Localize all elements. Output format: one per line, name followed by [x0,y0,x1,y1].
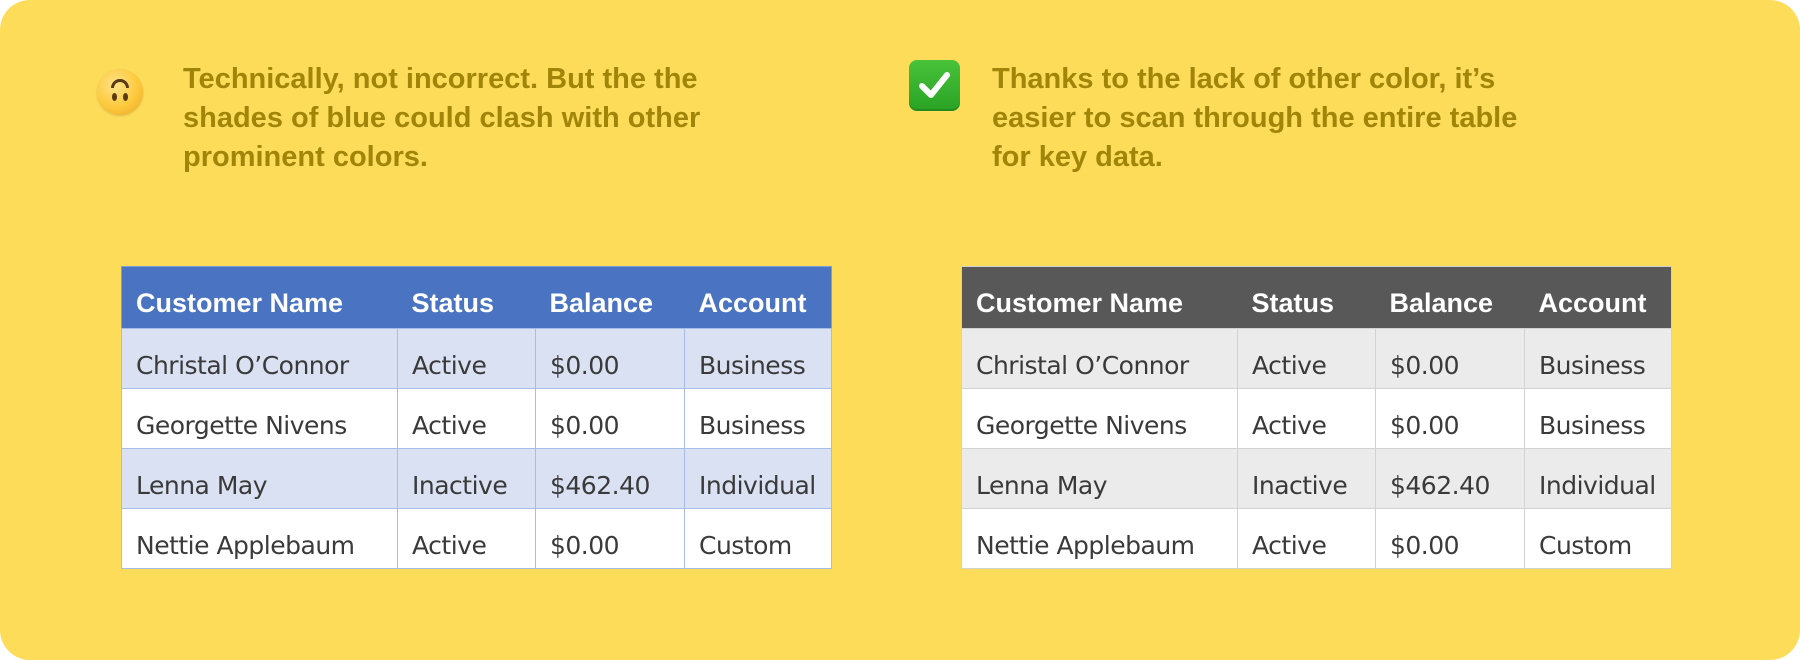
table-row: Georgette Nivens Active $0.00 Business [121,388,832,449]
cell-status: Active [1237,508,1376,569]
cell-account: Business [1524,388,1672,449]
cell-balance: $0.00 [535,508,685,569]
right-panel: Thanks to the lack of other color, it’s … [900,0,1800,660]
cell-customer-name: Lenna May [121,448,398,509]
upside-down-face-icon [97,69,143,115]
cell-status: Inactive [1237,448,1376,509]
cell-status: Active [397,328,536,389]
check-mark-icon [909,60,960,111]
cell-account: Individual [1524,448,1672,509]
cell-balance-overdue: $462.40 [535,448,685,509]
cell-balance: $0.00 [1375,388,1525,449]
blue-banded-table: Customer Name Status Balance Account Chr… [121,266,832,569]
header-status: Status [397,266,536,329]
cell-balance: $0.00 [535,328,685,389]
cell-status: Active [1237,328,1376,389]
left-caption: Technically, not incorrect. But the the … [183,63,701,173]
cell-account: Business [1524,328,1672,389]
cell-customer-name: Georgette Nivens [961,388,1238,449]
cell-status: Inactive [397,448,536,509]
table-header-row: Customer Name Status Balance Account [121,266,832,329]
table-row: Christal O’Connor Active $0.00 Business [961,328,1672,389]
cell-status: Active [1237,388,1376,449]
cell-account: Business [684,328,832,389]
table-row: Georgette Nivens Active $0.00 Business [961,388,1672,449]
right-caption: Thanks to the lack of other color, it’s … [992,63,1518,173]
cell-balance: $0.00 [1375,328,1525,389]
header-balance: Balance [535,266,685,329]
cell-account: Individual [684,448,832,509]
table-row: Christal O’Connor Active $0.00 Business [121,328,832,389]
cell-status: Active [397,508,536,569]
cell-status: Active [397,388,536,449]
cell-balance: $0.00 [1375,508,1525,569]
cell-customer-name: Christal O’Connor [121,328,398,389]
table-header-row: Customer Name Status Balance Account [961,266,1672,329]
gray-banded-table: Customer Name Status Balance Account Chr… [961,266,1672,569]
cell-account: Custom [1524,508,1672,569]
cell-balance-overdue: $462.40 [1375,448,1525,509]
cell-customer-name: Nettie Applebaum [121,508,398,569]
cell-customer-name: Christal O’Connor [961,328,1238,389]
cell-customer-name: Lenna May [961,448,1238,509]
table-row: Nettie Applebaum Active $0.00 Custom [121,508,832,569]
header-account: Account [1524,266,1672,329]
left-panel: Technically, not incorrect. But the the … [0,0,900,660]
table-row: Lenna May Inactive $462.40 Individual [121,448,832,509]
table-row: Nettie Applebaum Active $0.00 Custom [961,508,1672,569]
header-status: Status [1237,266,1376,329]
header-customer-name: Customer Name [121,266,398,329]
table-row: Lenna May Inactive $462.40 Individual [961,448,1672,509]
comparison-card: Technically, not incorrect. But the the … [0,0,1800,660]
header-balance: Balance [1375,266,1525,329]
cell-customer-name: Nettie Applebaum [961,508,1238,569]
header-customer-name: Customer Name [961,266,1238,329]
cell-account: Custom [684,508,832,569]
cell-account: Business [684,388,832,449]
cell-balance: $0.00 [535,388,685,449]
header-account: Account [684,266,832,329]
cell-customer-name: Georgette Nivens [121,388,398,449]
